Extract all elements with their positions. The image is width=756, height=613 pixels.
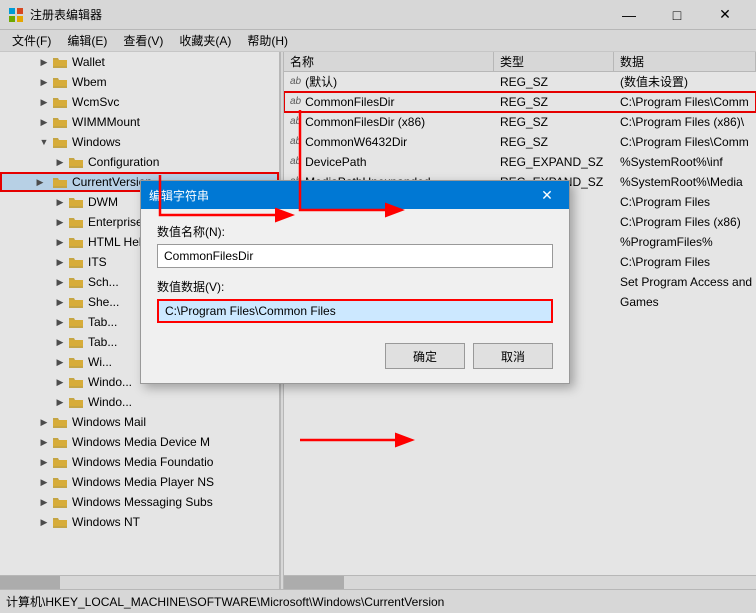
dialog-title: 编辑字符串 <box>149 187 533 204</box>
dialog-overlay: 编辑字符串 ✕ 数值名称(N): 数值数据(V): 确定 取消 <box>0 0 756 613</box>
dialog-edit-string: 编辑字符串 ✕ 数值名称(N): 数值数据(V): 确定 取消 <box>140 180 570 384</box>
dialog-titlebar: 编辑字符串 ✕ <box>141 181 569 209</box>
dialog-data-label: 数值数据(V): <box>157 278 553 295</box>
dialog-cancel-button[interactable]: 取消 <box>473 343 553 369</box>
dialog-ok-button[interactable]: 确定 <box>385 343 465 369</box>
dialog-buttons: 确定 取消 <box>157 337 553 369</box>
dialog-body: 数值名称(N): 数值数据(V): 确定 取消 <box>141 209 569 383</box>
dialog-data-field: 数值数据(V): <box>157 278 553 323</box>
dialog-name-field: 数值名称(N): <box>157 223 553 268</box>
dialog-name-label: 数值名称(N): <box>157 223 553 240</box>
dialog-close-button[interactable]: ✕ <box>533 181 561 209</box>
dialog-data-input[interactable] <box>157 299 553 323</box>
dialog-name-input[interactable] <box>157 244 553 268</box>
